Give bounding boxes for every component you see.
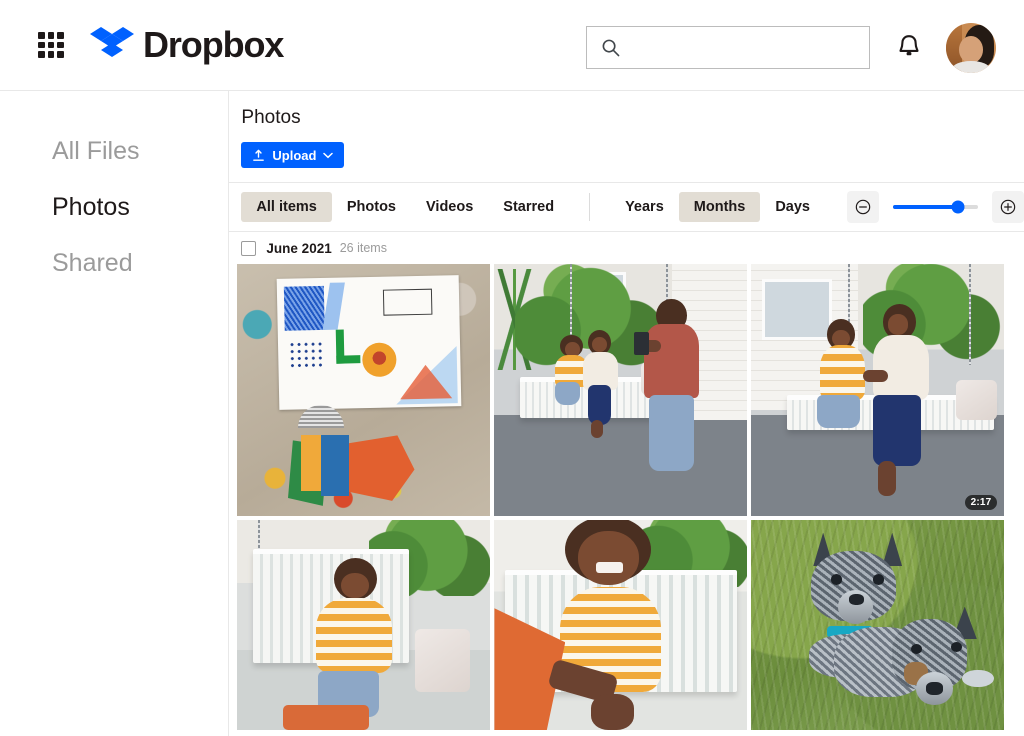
chevron-down-icon: [323, 152, 334, 159]
upload-icon: [252, 149, 265, 162]
sidebar-item-all-files[interactable]: All Files: [0, 135, 228, 167]
sidebar-item-label: All Files: [52, 137, 140, 165]
search-icon: [602, 39, 620, 57]
dropbox-logo[interactable]: Dropbox: [90, 24, 284, 66]
photo-grid: 2:17: [229, 264, 1024, 730]
zoom-slider-fill: [893, 205, 958, 209]
dropbox-logo-icon: [90, 27, 134, 57]
photo-thumbnail: [237, 520, 491, 730]
section-header: June 2021 26 items: [229, 232, 1024, 264]
photo-tile-porch-mother-child-video[interactable]: 2:17: [751, 264, 1005, 516]
section-date-label: June 2021: [266, 240, 332, 256]
photo-tile-two-dogs[interactable]: [751, 520, 1005, 730]
filter-photos[interactable]: Photos: [332, 192, 411, 222]
photo-tile-child-selfie[interactable]: [494, 520, 748, 730]
zoom-slider[interactable]: [893, 200, 978, 214]
filter-label: All items: [256, 199, 317, 215]
top-header-bar: Dropbox: [0, 0, 1024, 91]
filter-label: Photos: [346, 199, 396, 215]
photo-thumbnail: 2:17: [751, 264, 1005, 516]
filter-label: Videos: [426, 199, 474, 215]
dog-front: [833, 604, 994, 730]
main-content: Photos Upload All items Photos Videos St…: [229, 91, 1024, 736]
filter-toolbar: All items Photos Videos Starred Years Mo…: [229, 183, 1024, 232]
photo-tile-child-on-swing[interactable]: [237, 520, 491, 730]
page-title: Photos: [241, 107, 301, 128]
brand-name: Dropbox: [143, 24, 284, 65]
sidebar-item-label: Photos: [52, 193, 130, 221]
sidebar: All Files Photos Shared: [0, 91, 230, 736]
range-years[interactable]: Years: [610, 192, 679, 222]
filter-all-items[interactable]: All items: [241, 192, 332, 222]
avatar[interactable]: [946, 23, 996, 73]
filter-videos[interactable]: Videos: [411, 192, 488, 222]
zoom-control: [847, 191, 1024, 223]
search-box[interactable]: [586, 26, 870, 69]
range-months[interactable]: Months: [678, 192, 761, 222]
search-input[interactable]: [630, 39, 860, 56]
upload-button[interactable]: Upload: [241, 142, 345, 168]
photo-thumbnail: [237, 264, 491, 516]
range-label: Months: [693, 199, 746, 215]
photo-tile-porch-photographer[interactable]: [494, 264, 748, 516]
photo-thumbnail: [494, 264, 748, 516]
sidebar-item-label: Shared: [52, 249, 133, 277]
photo-thumbnail: [494, 520, 748, 730]
sidebar-item-shared[interactable]: Shared: [0, 247, 228, 279]
toolbar-divider-1: [589, 193, 591, 221]
section-select-checkbox[interactable]: [241, 240, 257, 256]
video-duration-badge: 2:17: [964, 495, 998, 510]
filter-label: Starred: [503, 199, 555, 215]
sidebar-item-photos[interactable]: Photos: [0, 191, 228, 223]
apps-grid-icon[interactable]: [38, 32, 64, 58]
range-label: Days: [775, 199, 810, 215]
photo-thumbnail: [751, 520, 1005, 730]
zoom-slider-thumb[interactable]: [951, 200, 965, 214]
section-item-count: 26 items: [339, 241, 387, 255]
range-label: Years: [625, 199, 664, 215]
upload-button-label: Upload: [272, 147, 317, 163]
range-days[interactable]: Days: [760, 192, 825, 222]
zoom-in-icon[interactable]: [992, 191, 1024, 223]
filter-starred[interactable]: Starred: [488, 192, 569, 222]
zoom-out-icon[interactable]: [847, 191, 879, 223]
notification-bell-icon[interactable]: [896, 33, 922, 61]
app-body: All Files Photos Shared Photos Upload Al…: [0, 91, 1024, 736]
photo-tile-collage-artwork[interactable]: [237, 264, 491, 516]
